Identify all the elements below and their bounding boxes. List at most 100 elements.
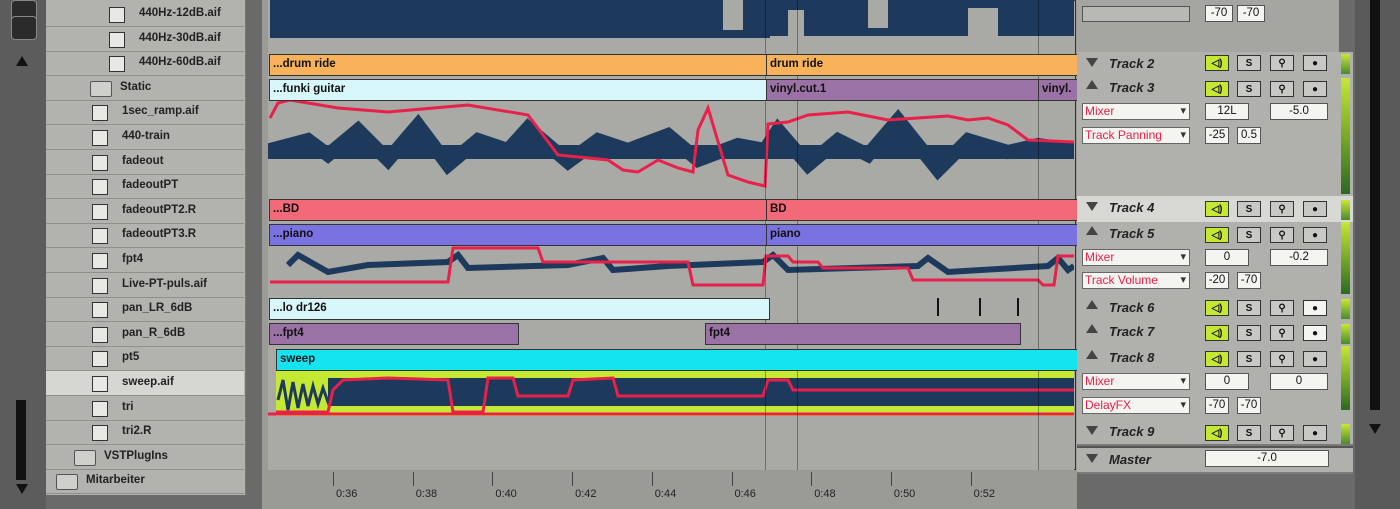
- track3-pan[interactable]: 12L: [1205, 103, 1249, 120]
- browser-item[interactable]: pan_LR_6dB: [46, 297, 244, 323]
- track3-max[interactable]: 0.5: [1237, 127, 1261, 144]
- solo-button[interactable]: S: [1237, 300, 1261, 316]
- fold-icon[interactable]: [1086, 426, 1098, 435]
- scrollbar-thumb[interactable]: [16, 400, 26, 480]
- clip-fpt4-a[interactable]: ...fpt4: [269, 323, 519, 345]
- disk-icon[interactable]: [11, 16, 37, 40]
- track8-device-chooser[interactable]: Mixer: [1082, 373, 1190, 390]
- arm-button[interactable]: ●: [1303, 325, 1327, 341]
- monitor-button[interactable]: ⚲: [1270, 300, 1294, 316]
- activator-button[interactable]: ◁): [1205, 227, 1229, 243]
- browser-item[interactable]: sweep.aif: [46, 371, 244, 396]
- arm-button[interactable]: ●: [1303, 55, 1327, 71]
- solo-button[interactable]: S: [1237, 425, 1261, 441]
- fold-icon[interactable]: [1086, 202, 1098, 211]
- browser-item[interactable]: 1sec_ramp.aif: [46, 100, 244, 126]
- activator-button[interactable]: ◁): [1205, 351, 1229, 367]
- clip-funki-guitar[interactable]: ...funki guitar: [269, 79, 770, 101]
- track8-max[interactable]: -70: [1237, 397, 1261, 414]
- monitor-button[interactable]: ⚲: [1270, 55, 1294, 71]
- solo-button[interactable]: S: [1237, 325, 1261, 341]
- fold-icon[interactable]: [1086, 80, 1098, 89]
- arm-button[interactable]: ●: [1303, 300, 1327, 316]
- clip-bd-b[interactable]: BD: [766, 199, 1079, 221]
- track1-value-b[interactable]: -70: [1237, 5, 1265, 22]
- track5-volume[interactable]: -0.2: [1270, 249, 1328, 266]
- clip-drum-ride-a[interactable]: ...drum ride: [269, 54, 770, 76]
- clip-bd-a[interactable]: ...BD: [269, 199, 770, 221]
- track8-param-chooser[interactable]: DelayFX: [1082, 397, 1190, 414]
- track3-volume[interactable]: -5.0: [1270, 103, 1328, 120]
- browser-item[interactable]: VSTPlugIns: [46, 445, 244, 470]
- track5-max[interactable]: -70: [1237, 272, 1261, 289]
- browser-item[interactable]: fadeoutPT2.R: [46, 199, 244, 224]
- clip-drum-ride-b[interactable]: drum ride: [766, 54, 1079, 76]
- browser-item[interactable]: pan_R_6dB: [46, 322, 244, 347]
- arm-button[interactable]: ●: [1303, 351, 1327, 367]
- track3-param-chooser[interactable]: Track Panning: [1082, 127, 1190, 144]
- activator-button[interactable]: ◁): [1205, 300, 1229, 316]
- track8-pan[interactable]: 0: [1205, 373, 1249, 390]
- track8-volume[interactable]: 0: [1270, 373, 1328, 390]
- track1-value-a[interactable]: -70: [1205, 5, 1233, 22]
- arm-button[interactable]: ●: [1303, 201, 1327, 217]
- solo-button[interactable]: S: [1237, 351, 1261, 367]
- activator-button[interactable]: ◁): [1205, 425, 1229, 441]
- browser-item[interactable]: tri2.R: [46, 420, 244, 446]
- monitor-button[interactable]: ⚲: [1270, 81, 1294, 97]
- arm-button[interactable]: ●: [1303, 81, 1327, 97]
- scrollbar-thumb[interactable]: [1370, 0, 1380, 410]
- fold-icon[interactable]: [1086, 58, 1098, 67]
- track1-slot[interactable]: [1082, 6, 1190, 22]
- fold-icon[interactable]: [1086, 324, 1098, 333]
- browser-item[interactable]: 440Hz-60dB.aif: [46, 51, 244, 77]
- track3-min[interactable]: -25: [1205, 127, 1229, 144]
- monitor-button[interactable]: ⚲: [1270, 425, 1294, 441]
- track5-device-chooser[interactable]: Mixer: [1082, 249, 1190, 266]
- clip-piano-a[interactable]: ...piano: [269, 224, 770, 246]
- browser-item[interactable]: Static: [46, 76, 244, 101]
- fold-icon[interactable]: [1086, 454, 1098, 463]
- monitor-button[interactable]: ⚲: [1270, 227, 1294, 243]
- monitor-button[interactable]: ⚲: [1270, 201, 1294, 217]
- browser-item[interactable]: tri: [46, 396, 244, 421]
- track5-pan[interactable]: 0: [1205, 249, 1249, 266]
- browser-item[interactable]: Mitarbeiter: [46, 469, 244, 495]
- browser-item[interactable]: fadeoutPT3.R: [46, 223, 244, 249]
- monitor-button[interactable]: ⚲: [1270, 325, 1294, 341]
- arm-button[interactable]: ●: [1303, 425, 1327, 441]
- fold-icon[interactable]: [1086, 350, 1098, 359]
- clip-piano-b[interactable]: piano: [766, 224, 1079, 246]
- solo-button[interactable]: S: [1237, 201, 1261, 217]
- clip-lo-dr[interactable]: ...lo dr126: [269, 298, 770, 320]
- browser-item[interactable]: fadeout: [46, 150, 244, 175]
- browser-item[interactable]: 440-train: [46, 125, 244, 150]
- activator-button[interactable]: ◁): [1205, 201, 1229, 217]
- track5-min[interactable]: -20: [1205, 272, 1229, 289]
- scroll-up-icon[interactable]: [16, 56, 28, 66]
- track8-min[interactable]: -70: [1205, 397, 1229, 414]
- browser-item[interactable]: Live-PT-puls.aif: [46, 273, 244, 298]
- fold-icon[interactable]: [1086, 300, 1098, 309]
- clip-vinyl-cut[interactable]: vinyl.cut.1: [766, 79, 1042, 101]
- scroll-down-icon[interactable]: [16, 484, 28, 494]
- browser-item[interactable]: pt5: [46, 346, 244, 372]
- scroll-down-icon[interactable]: [1369, 424, 1381, 434]
- browser-item[interactable]: 440Hz-12dB.aif: [46, 2, 244, 27]
- arm-button[interactable]: ●: [1303, 227, 1327, 243]
- browser-item[interactable]: fadeoutPT: [46, 174, 244, 200]
- solo-button[interactable]: S: [1237, 227, 1261, 243]
- browser-item[interactable]: fpt4: [46, 248, 244, 273]
- activator-button[interactable]: ◁): [1205, 325, 1229, 341]
- monitor-button[interactable]: ⚲: [1270, 351, 1294, 367]
- solo-button[interactable]: S: [1237, 81, 1261, 97]
- activator-button[interactable]: ◁): [1205, 81, 1229, 97]
- fold-icon[interactable]: [1086, 226, 1098, 235]
- solo-button[interactable]: S: [1237, 55, 1261, 71]
- track3-device-chooser[interactable]: Mixer: [1082, 103, 1190, 120]
- clip-fpt4-b[interactable]: fpt4: [705, 323, 1021, 345]
- master-volume[interactable]: -7.0: [1205, 450, 1329, 467]
- track5-param-chooser[interactable]: Track Volume: [1082, 272, 1190, 289]
- browser-item[interactable]: 440Hz-30dB.aif: [46, 27, 244, 52]
- clip-sweep[interactable]: sweep: [276, 349, 1079, 371]
